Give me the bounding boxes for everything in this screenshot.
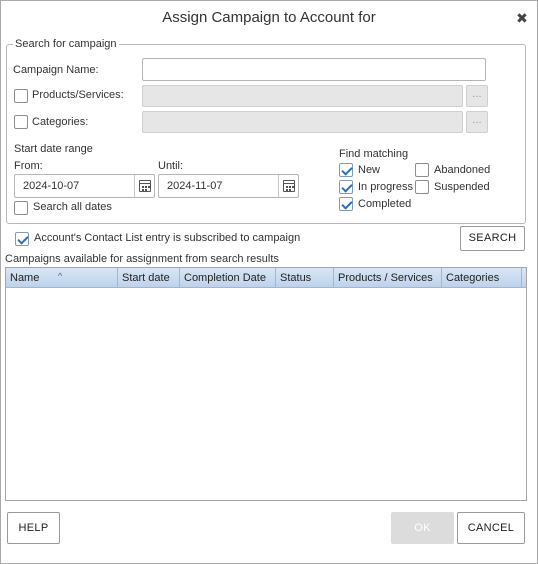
categories-field <box>142 111 463 133</box>
results-grid-header: Name ^ Start date Completion Date Status… <box>6 268 526 288</box>
search-all-dates-checkbox[interactable] <box>14 201 28 215</box>
products-services-field <box>142 85 463 107</box>
column-header-products-services[interactable]: Products / Services <box>334 268 442 288</box>
column-header-start-date[interactable]: Start date <box>118 268 180 288</box>
campaign-name-input[interactable] <box>142 58 486 81</box>
dialog-title: Assign Campaign to Account for <box>162 9 376 26</box>
ellipsis-icon: ... <box>472 114 482 126</box>
column-header-categories[interactable]: Categories <box>442 268 522 288</box>
products-services-ellipsis-button[interactable]: ... <box>466 85 488 107</box>
until-date-picker-button[interactable] <box>278 175 298 197</box>
until-date-input[interactable]: 2024-11-07 <box>158 174 299 198</box>
sort-ascending-icon: ^ <box>58 271 63 281</box>
column-header-name[interactable]: Name ^ <box>6 268 118 288</box>
assign-campaign-dialog: Assign Campaign to Account for ✖ Search … <box>0 0 538 564</box>
status-completed-label: Completed <box>358 198 412 210</box>
from-date-input[interactable]: 2024-10-07 <box>14 174 155 198</box>
products-services-checkbox[interactable] <box>14 89 28 103</box>
start-date-range-title: Start date range <box>14 143 93 155</box>
search-fieldset-legend: Search for campaign <box>13 38 119 50</box>
search-fieldset: Search for campaign Campaign Name: Produ… <box>6 38 526 224</box>
status-abandoned-label: Abandoned <box>434 164 491 176</box>
products-services-label: Products/Services: <box>32 89 124 101</box>
subscribed-label: Account's Contact List entry is subscrib… <box>34 232 301 244</box>
until-label: Until: <box>158 160 184 172</box>
close-icon[interactable]: ✖ <box>515 1 529 35</box>
categories-checkbox[interactable] <box>14 115 28 129</box>
campaign-name-label: Campaign Name: <box>13 64 99 76</box>
from-label: From: <box>14 160 43 172</box>
categories-label: Categories: <box>32 116 89 128</box>
ok-button[interactable]: OK <box>391 512 454 544</box>
column-header-completion-date[interactable]: Completion Date <box>180 268 276 288</box>
until-date-value: 2024-11-07 <box>167 180 223 192</box>
status-in-progress-label: In progress <box>358 181 414 193</box>
find-matching-title: Find matching <box>339 148 409 160</box>
status-in-progress-checkbox[interactable] <box>339 180 353 194</box>
status-new-label: New <box>358 164 381 176</box>
help-button[interactable]: HELP <box>7 512 60 544</box>
search-button[interactable]: SEARCH <box>460 226 525 251</box>
calendar-icon <box>139 180 151 192</box>
dialog-titlebar: Assign Campaign to Account for <box>1 1 537 35</box>
calendar-icon <box>283 180 295 192</box>
status-completed-checkbox[interactable] <box>339 197 353 211</box>
ellipsis-icon: ... <box>472 88 482 100</box>
status-suspended-label: Suspended <box>434 181 490 193</box>
results-caption: Campaigns available for assignment from … <box>5 253 279 265</box>
column-header-status[interactable]: Status <box>276 268 334 288</box>
column-header-name-label: Name <box>10 272 40 284</box>
from-date-value: 2024-10-07 <box>23 180 80 192</box>
results-grid[interactable]: Name ^ Start date Completion Date Status… <box>5 267 527 501</box>
subscribed-checkbox[interactable] <box>15 232 29 246</box>
status-suspended-checkbox[interactable] <box>415 180 429 194</box>
status-new-checkbox[interactable] <box>339 163 353 177</box>
categories-ellipsis-button[interactable]: ... <box>466 111 488 133</box>
cancel-button[interactable]: CANCEL <box>457 512 525 544</box>
search-all-dates-label: Search all dates <box>33 201 112 213</box>
status-abandoned-checkbox[interactable] <box>415 163 429 177</box>
from-date-picker-button[interactable] <box>134 175 154 197</box>
